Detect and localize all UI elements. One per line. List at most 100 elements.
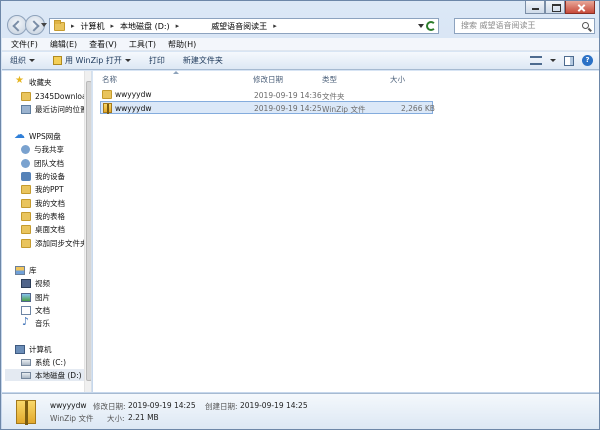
file-modified: 2019-09-19 14:36	[254, 91, 322, 100]
cloud-icon	[14, 128, 25, 141]
search-icon[interactable]	[582, 22, 589, 29]
nav-item-my-sheets[interactable]: 我的表格	[21, 210, 65, 222]
menu-edit[interactable]: 编辑(E)	[50, 39, 77, 50]
address-input[interactable]: ▸ 计算机 ▸ 本地磁盘 (D:) ▸ 威望语音阅读王 ▸	[49, 18, 439, 34]
column-header-modified[interactable]: 修改日期	[253, 74, 283, 85]
folder-icon	[21, 211, 31, 221]
nav-favorites[interactable]: 收藏夹	[15, 75, 52, 88]
library-icon	[15, 265, 25, 275]
nav-item-label: 视频	[35, 278, 50, 288]
folder-icon	[21, 184, 31, 194]
nav-wps-cloud[interactable]: WPS网盘	[14, 128, 61, 142]
people-icon	[21, 144, 30, 154]
column-header-type[interactable]: 类型	[322, 74, 337, 85]
nav-item-videos[interactable]: 视频	[21, 277, 50, 289]
file-type: WinZip 文件	[322, 105, 366, 114]
search-input[interactable]: 搜索 威望语音阅读王	[454, 18, 595, 34]
breadcrumb-drive-d[interactable]: 本地磁盘 (D:)	[120, 21, 170, 32]
nav-item-label: 音乐	[35, 318, 50, 328]
column-type-label: 类型	[322, 75, 337, 84]
sort-arrow-icon	[173, 71, 179, 74]
details-size-label: 大小:	[107, 414, 125, 423]
menu-view[interactable]: 查看(V)	[89, 39, 117, 50]
nav-item-label: 最近访问的位置	[35, 104, 88, 114]
nav-computer[interactable]: 计算机	[15, 343, 52, 355]
nav-item-add-sync-folder[interactable]: 添加同步文件夹	[21, 237, 88, 249]
team-icon	[21, 158, 30, 168]
nav-item-pictures[interactable]: 图片	[21, 291, 50, 303]
menu-help[interactable]: 帮助(H)	[168, 39, 196, 50]
drive-icon	[21, 358, 31, 366]
nav-item-desktop-docs[interactable]: 桌面文档	[21, 223, 65, 235]
details-pane: wwyyydw WinZip 文件 修改日期: 2019-09-19 14:25…	[2, 393, 599, 429]
chevron-right-icon[interactable]: ▸	[273, 22, 277, 30]
chevron-right-icon[interactable]: ▸	[71, 22, 75, 30]
nav-libraries[interactable]: 库	[15, 264, 37, 276]
chevron-right-icon[interactable]: ▸	[176, 22, 180, 30]
nav-item-music[interactable]: 音乐	[21, 315, 50, 329]
organize-label: 组织	[10, 56, 26, 65]
nav-item-team-docs[interactable]: 团队文档	[21, 157, 64, 169]
nav-item-drive-d[interactable]: 本地磁盘 (D:)	[5, 369, 87, 381]
nav-item-downloads[interactable]: 2345Downloa	[21, 90, 87, 102]
address-bar-area: ▸ 计算机 ▸ 本地磁盘 (D:) ▸ 威望语音阅读王 ▸ 搜索 威望语音阅读王	[1, 1, 599, 37]
column-header-name[interactable]: 名称	[102, 74, 117, 85]
nav-item-my-devices[interactable]: 我的设备	[21, 170, 65, 182]
print-button[interactable]: 打印	[149, 55, 165, 66]
nav-scrollbar-thumb[interactable]	[86, 81, 91, 381]
organize-button[interactable]: 组织	[10, 55, 35, 66]
nav-item-label: 添加同步文件夹	[35, 238, 88, 248]
breadcrumb-current-folder[interactable]: 威望语音阅读王	[211, 21, 267, 32]
preview-pane-icon[interactable]	[564, 55, 574, 66]
refresh-icon[interactable]	[426, 21, 436, 31]
menu-bar: 文件(F) 编辑(E) 查看(V) 工具(T) 帮助(H)	[2, 38, 599, 51]
computer-icon	[15, 344, 25, 354]
folder-icon	[21, 91, 31, 101]
help-icon[interactable]: ?	[582, 55, 593, 66]
open-with-winzip-button[interactable]: 用 WinZip 打开	[53, 55, 131, 66]
nav-item-label: 我的表格	[35, 211, 65, 221]
winzip-file-icon	[103, 103, 112, 114]
back-button[interactable]	[7, 15, 27, 35]
dropdown-arrow-icon	[124, 59, 131, 62]
recent-places-icon	[21, 104, 31, 114]
nav-item-label: 2345Downloa	[35, 91, 87, 101]
nav-item-recent-places[interactable]: 最近访问的位置	[21, 103, 88, 115]
music-icon	[21, 315, 31, 328]
maximize-button[interactable]	[545, 1, 565, 14]
menu-file[interactable]: 文件(F)	[11, 39, 38, 50]
file-name: wwyyydw	[115, 90, 152, 99]
nav-item-drive-c[interactable]: 系统 (C:)	[21, 356, 66, 368]
details-created-label: 创建日期:	[205, 402, 238, 411]
nav-item-label: 团队文档	[34, 158, 64, 168]
file-name: wwyyydw	[115, 103, 152, 113]
change-view-icon[interactable]	[530, 56, 542, 65]
table-row-selected[interactable]: wwyyydw 2019-09-19 14:25 WinZip 文件 2,266…	[100, 101, 435, 114]
history-dropdown-icon[interactable]	[41, 23, 47, 27]
nav-item-shared-with-me[interactable]: 与我共享	[21, 143, 64, 155]
nav-item-label: 文档	[35, 305, 50, 315]
window-controls	[525, 1, 595, 14]
nav-item-label: 我的文档	[35, 198, 65, 208]
nav-scrollbar[interactable]	[84, 71, 91, 392]
column-name-label: 名称	[102, 75, 117, 84]
open-with-label: 用 WinZip 打开	[65, 56, 122, 65]
menu-tools[interactable]: 工具(T)	[129, 39, 156, 50]
details-file-name: wwyyydw	[50, 401, 87, 410]
column-header-size[interactable]: 大小	[390, 74, 405, 85]
nav-item-my-documents[interactable]: 我的文档	[21, 197, 65, 209]
nav-item-my-ppt[interactable]: 我的PPT	[21, 183, 64, 195]
new-folder-button[interactable]: 新建文件夹	[183, 55, 223, 66]
close-button[interactable]	[565, 1, 595, 14]
details-file-type: WinZip 文件	[50, 414, 94, 423]
view-dropdown-icon[interactable]	[550, 59, 556, 62]
nav-item-label: 我的设备	[35, 171, 65, 181]
chevron-right-icon[interactable]: ▸	[111, 22, 115, 30]
breadcrumb-computer[interactable]: 计算机	[81, 21, 105, 32]
nav-computer-label: 计算机	[29, 344, 52, 354]
address-dropdown-icon[interactable]	[418, 24, 424, 28]
column-modified-label: 修改日期	[253, 75, 283, 84]
minimize-button[interactable]	[525, 1, 545, 14]
nav-item-label: 桌面文档	[35, 224, 65, 234]
nav-libraries-label: 库	[29, 265, 37, 275]
